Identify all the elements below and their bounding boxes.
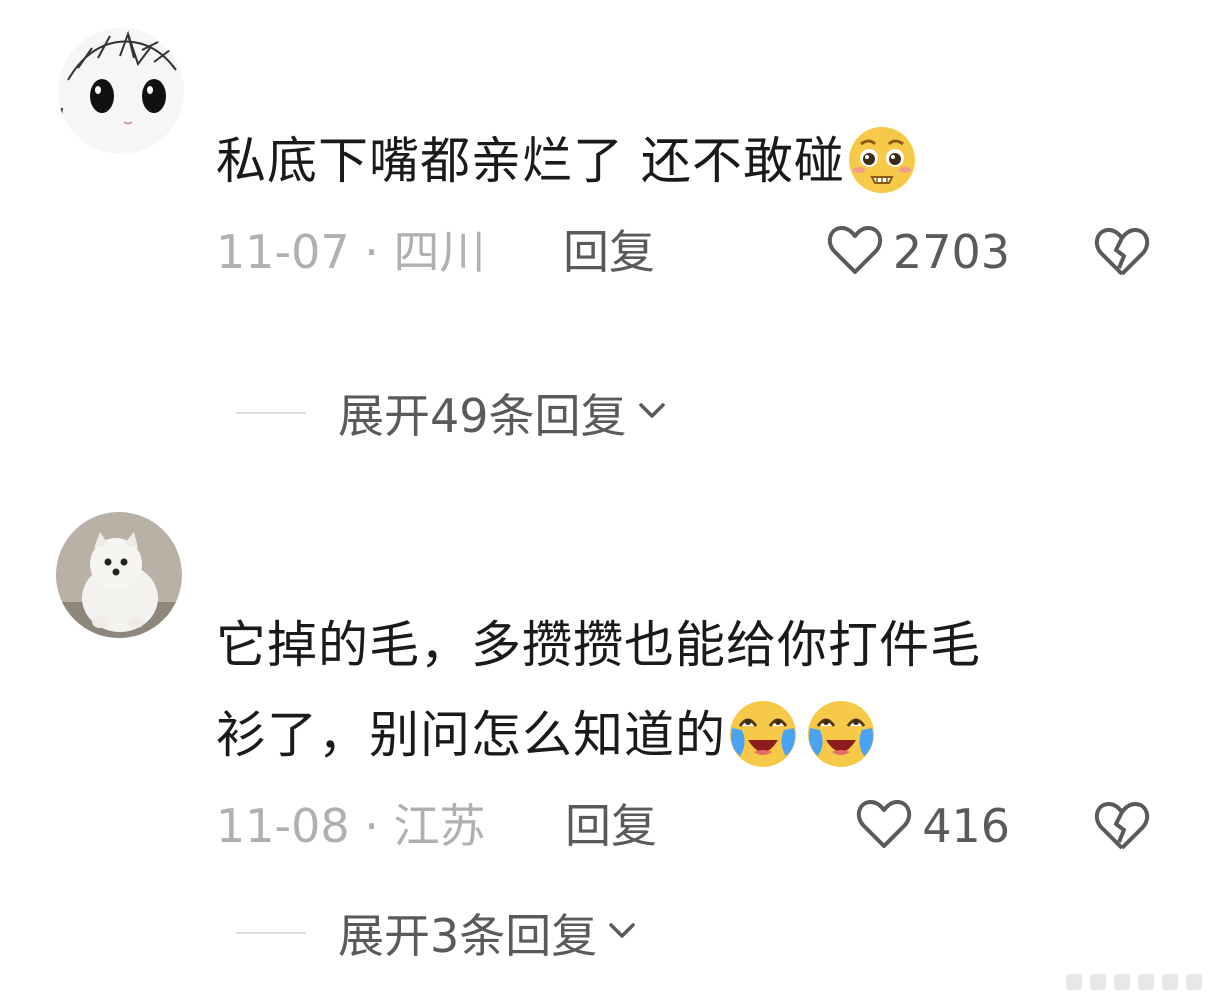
chevron-down-icon xyxy=(637,401,667,425)
comment-date: 11-07 xyxy=(216,225,350,279)
comment-text-line-2: 衫了，别问怎么知道的 xyxy=(216,700,981,770)
meta-separator: · xyxy=(349,799,394,853)
comment-meta: 11-07 · 四川 xyxy=(216,222,486,282)
crying-laughing-emoji xyxy=(804,696,878,770)
like-count: 2703 xyxy=(892,225,1010,279)
user-avatar-1[interactable] xyxy=(58,28,184,154)
heart-outline-icon xyxy=(827,224,883,280)
expand-replies-label: 展开3条回复 xyxy=(338,909,598,963)
expand-replies-button[interactable]: 展开49条回复 xyxy=(236,382,667,444)
divider xyxy=(236,412,306,414)
comment-location: 四川 xyxy=(393,225,486,279)
comment-location: 江苏 xyxy=(393,799,486,853)
like-button[interactable]: 416 xyxy=(856,796,1010,856)
broken-heart-icon[interactable] xyxy=(1092,222,1152,282)
heart-outline-icon xyxy=(856,798,912,854)
comment-date: 11-08 xyxy=(216,799,350,853)
chevron-down-icon xyxy=(607,921,637,945)
like-count: 416 xyxy=(922,799,1010,853)
meta-separator: · xyxy=(349,225,394,279)
comment-text: 私底下嘴都亲烂了 还不敢碰 xyxy=(216,126,919,196)
watermark xyxy=(1066,974,1202,990)
pleading-face-emoji xyxy=(845,122,919,196)
broken-heart-icon[interactable] xyxy=(1092,796,1152,856)
crying-laughing-emoji xyxy=(726,696,800,770)
user-avatar-2[interactable] xyxy=(56,512,182,638)
reply-button[interactable]: 回复 xyxy=(563,222,655,282)
like-button[interactable]: 2703 xyxy=(827,222,1010,282)
comment-text: 它掉的毛，多攒攒也能给你打件毛 衫了，别问怎么知道的 xyxy=(216,614,981,770)
comment-meta: 11-08 · 江苏 xyxy=(216,796,486,856)
divider xyxy=(236,932,306,934)
expand-replies-button[interactable]: 展开3条回复 xyxy=(236,902,637,964)
reply-button[interactable]: 回复 xyxy=(565,796,657,856)
expand-replies-label: 展开49条回复 xyxy=(338,389,627,443)
